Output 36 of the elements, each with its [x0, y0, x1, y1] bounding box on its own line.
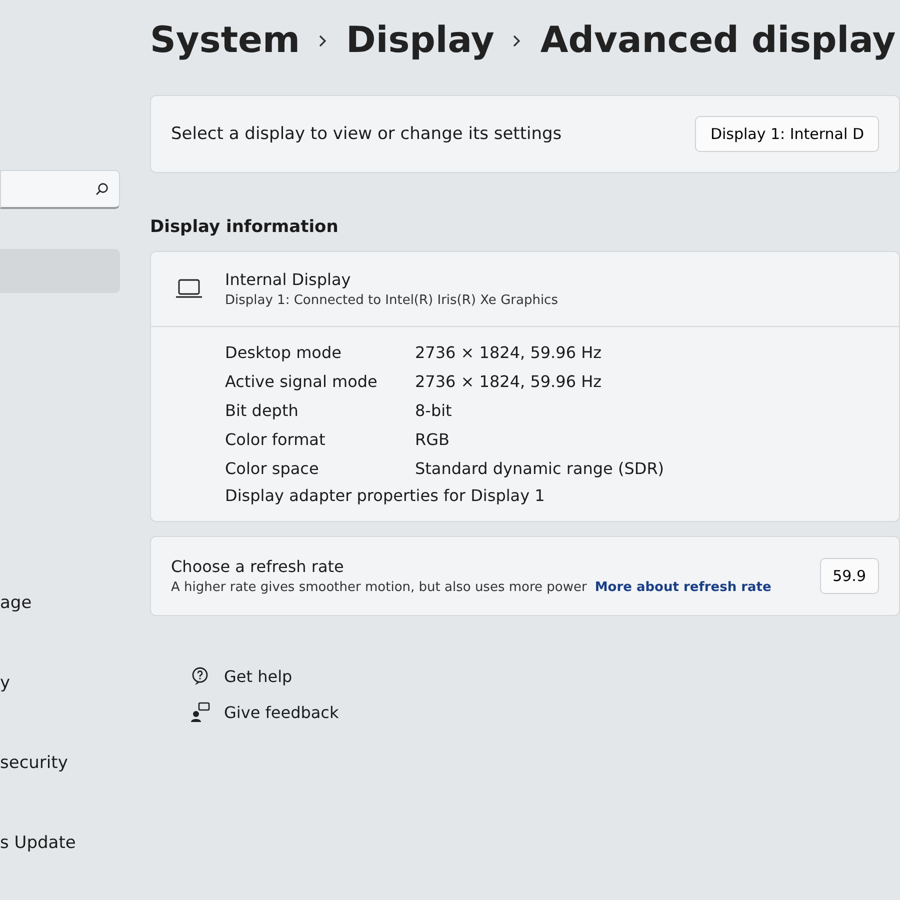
- display-subtitle: Display 1: Connected to Intel(R) Iris(R) Xe Graphics: [225, 293, 558, 308]
- sidebar-item[interactable]: y: [0, 673, 10, 693]
- refresh-rate-title: Choose a refresh rate: [171, 557, 345, 576]
- search-field[interactable]: [0, 170, 120, 209]
- refresh-rate-link[interactable]: More about refresh rate: [594, 580, 772, 595]
- breadcrumb-item[interactable]: System: [150, 20, 300, 61]
- sidebar-item[interactable]: s Update: [0, 833, 76, 853]
- adapter-properties-link[interactable]: Display adapter properties for Display 1: [151, 486, 899, 521]
- breadcrumb-item[interactable]: Display: [346, 20, 494, 61]
- help-link[interactable]: Give feedback: [224, 702, 339, 722]
- breadcrumb-item: Advanced display: [540, 20, 896, 61]
- info-label: Desktop mode: [225, 343, 342, 362]
- help-icon: [190, 666, 210, 686]
- info-label: Bit depth: [225, 401, 300, 420]
- info-value: Standard dynamic range (SDR): [415, 459, 666, 478]
- display-select-label: Select a display to view or change its settings: [171, 124, 562, 144]
- chevron-icon: [318, 34, 328, 48]
- search-icon: [95, 182, 109, 196]
- refresh-rate-dropdown[interactable]: 59.9: [820, 558, 879, 594]
- sidebar-item[interactable]: age: [0, 593, 32, 613]
- feedback-icon: [190, 702, 210, 722]
- display-dropdown[interactable]: Display 1: Internal D: [695, 116, 879, 152]
- display-name: Internal Display: [225, 270, 352, 289]
- info-value: 2736 × 1824, 59.96 Hz: [415, 372, 603, 391]
- info-value: 8-bit: [415, 401, 453, 420]
- chevron-icon: [512, 34, 522, 48]
- refresh-rate-description: A higher rate gives smoother motion, but also uses more power: [171, 580, 587, 595]
- sidebar-item[interactable]: security: [0, 753, 68, 773]
- info-label: Color space: [225, 459, 320, 478]
- info-value: 2736 × 1824, 59.96 Hz: [415, 343, 603, 362]
- laptop-icon: [175, 278, 203, 300]
- help-link[interactable]: Get help: [224, 666, 292, 686]
- info-value: RGB: [415, 430, 450, 449]
- section-title: Display information: [150, 217, 340, 237]
- info-label: Color format: [225, 430, 326, 449]
- info-label: Active signal mode: [225, 372, 378, 391]
